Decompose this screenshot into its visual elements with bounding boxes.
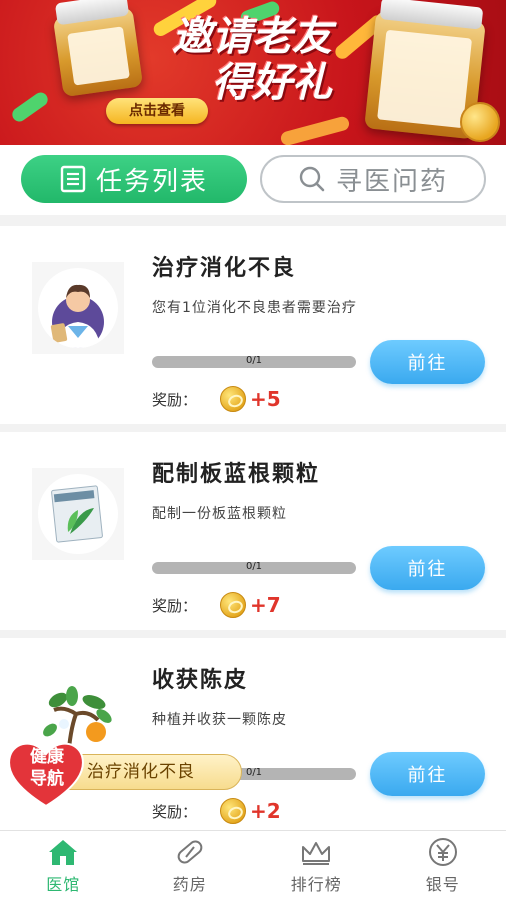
- nav-label: 医馆: [46, 874, 81, 894]
- tab-task-list[interactable]: 任务列表: [21, 155, 247, 203]
- tab-label: 寻医问药: [335, 166, 448, 197]
- progress-text: 0/1: [245, 561, 263, 572]
- banner-stripe: [279, 115, 351, 145]
- task-card: 治疗消化不良 您有1位消化不良患者需要治疗 0/1 前往 奖励： +5: [0, 226, 506, 424]
- task-card: 配制板蓝根颗粒 配制一份板蓝根颗粒 0/1 前往 奖励： +7: [0, 432, 506, 630]
- task-description: 种植并收获一颗陈皮: [152, 712, 287, 728]
- promo-banner[interactable]: 邀请老友 得好礼 点击查看: [0, 0, 506, 145]
- task-thumbnail: [32, 262, 124, 354]
- task-reward: 奖励： +5: [152, 384, 281, 414]
- banner-title-line1: 邀请老友: [172, 13, 332, 60]
- nav-item-bank[interactable]: 银号: [380, 831, 506, 900]
- nav-item-pharmacy[interactable]: 药房: [127, 831, 254, 900]
- health-nav-label-line1: 健康: [30, 747, 64, 767]
- list-icon: [60, 165, 86, 193]
- task-progress-bar: 0/1: [152, 355, 356, 368]
- doctor-avatar-image: [38, 268, 118, 348]
- task-title: 配制板蓝根颗粒: [152, 462, 321, 487]
- banner-stripe: [9, 89, 51, 125]
- health-nav-widget[interactable]: 治疗消化不良 健康 导航: [0, 738, 250, 808]
- nav-item-clinic[interactable]: 医馆: [0, 831, 127, 900]
- task-title: 收获陈皮: [152, 668, 249, 693]
- health-nav-label: 健康 导航: [14, 746, 80, 790]
- task-description: 您有1位消化不良患者需要治疗: [152, 300, 357, 316]
- gold-coin-icon: [220, 592, 246, 618]
- view-details-button[interactable]: 点击查看: [106, 98, 208, 124]
- task-title: 治疗消化不良: [152, 256, 297, 281]
- go-button[interactable]: 前往: [370, 752, 485, 796]
- tab-label: 任务列表: [95, 166, 208, 197]
- nav-label: 药房: [172, 874, 207, 894]
- reward-value: +2: [250, 799, 281, 823]
- task-reward: 奖励： +7: [152, 590, 281, 620]
- banlangen-package-image: [38, 474, 118, 554]
- task-description: 配制一份板蓝根颗粒: [152, 506, 287, 522]
- go-button[interactable]: 前往: [370, 546, 485, 590]
- home-icon: [49, 839, 78, 865]
- reward-value: +7: [250, 593, 281, 617]
- reward-value: +5: [250, 387, 281, 411]
- progress-text: 0/1: [245, 355, 263, 366]
- gold-coin-icon: [220, 386, 246, 412]
- go-button[interactable]: 前往: [370, 340, 485, 384]
- honey-jar-image: [52, 0, 144, 98]
- nav-label: 排行榜: [290, 874, 342, 894]
- tab-consult[interactable]: 寻医问药: [260, 155, 486, 203]
- crown-icon: [302, 841, 331, 865]
- reward-label: 奖励：: [152, 596, 198, 615]
- bottom-nav: 医馆 药房 排行榜 银号: [0, 830, 506, 900]
- search-icon: [298, 165, 326, 193]
- reward-label: 奖励：: [152, 390, 198, 409]
- yuan-icon: [428, 837, 457, 866]
- coin-decoration: [460, 102, 500, 142]
- health-nav-label-line2: 导航: [30, 769, 64, 789]
- task-progress-bar: 0/1: [152, 561, 356, 574]
- pill-icon: [177, 840, 203, 863]
- banner-title: 邀请老友 得好礼: [132, 14, 372, 106]
- tab-bar: 任务列表 寻医问药: [0, 145, 506, 215]
- nav-item-leaderboard[interactable]: 排行榜: [253, 831, 380, 900]
- nav-label: 银号: [425, 874, 460, 894]
- task-thumbnail: [32, 468, 124, 560]
